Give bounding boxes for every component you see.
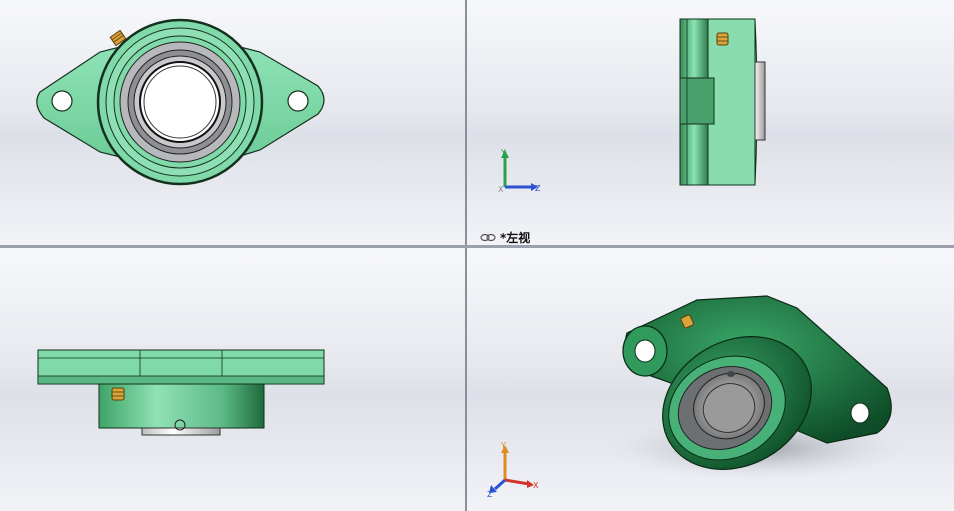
left-viewport[interactable]: Y X Z *左视 — [467, 0, 954, 245]
view-name-label[interactable]: *左视 — [480, 229, 530, 245]
axis-triad-iso: Y X Z — [487, 441, 539, 499]
grease-fitting-icon — [111, 387, 125, 401]
bore — [143, 65, 217, 139]
axis-label-z: Z — [535, 184, 541, 193]
housing-side — [707, 18, 756, 186]
front-view-model[interactable] — [0, 0, 465, 245]
left-view-model[interactable]: Y X Z — [467, 0, 954, 245]
front-viewport[interactable] — [0, 0, 465, 245]
shaft-stub — [754, 61, 766, 141]
grease-fitting-icon — [716, 32, 729, 46]
axis-label-x: X — [533, 481, 539, 490]
mount-hole-left — [51, 90, 73, 112]
viewport-divider-vertical[interactable] — [465, 0, 467, 511]
axis-label-y: Y — [500, 148, 506, 157]
top-viewport[interactable] — [0, 248, 465, 511]
isometric-view-model[interactable]: Y X Z — [467, 248, 954, 511]
axis-label-z: Z — [487, 490, 493, 499]
axis-triad-left: Y X Z — [498, 148, 541, 194]
axis-label-y: Y — [500, 441, 506, 450]
viewport-divider-horizontal[interactable] — [0, 245, 954, 248]
shaft-stub — [141, 427, 221, 436]
top-view-model[interactable] — [0, 248, 465, 511]
link-icon — [480, 233, 496, 242]
view-label-text: *左视 — [500, 231, 531, 245]
isometric-viewport[interactable]: Y X Z — [467, 248, 954, 511]
mount-hole-right — [287, 90, 309, 112]
axis-label-x: X — [498, 185, 504, 194]
